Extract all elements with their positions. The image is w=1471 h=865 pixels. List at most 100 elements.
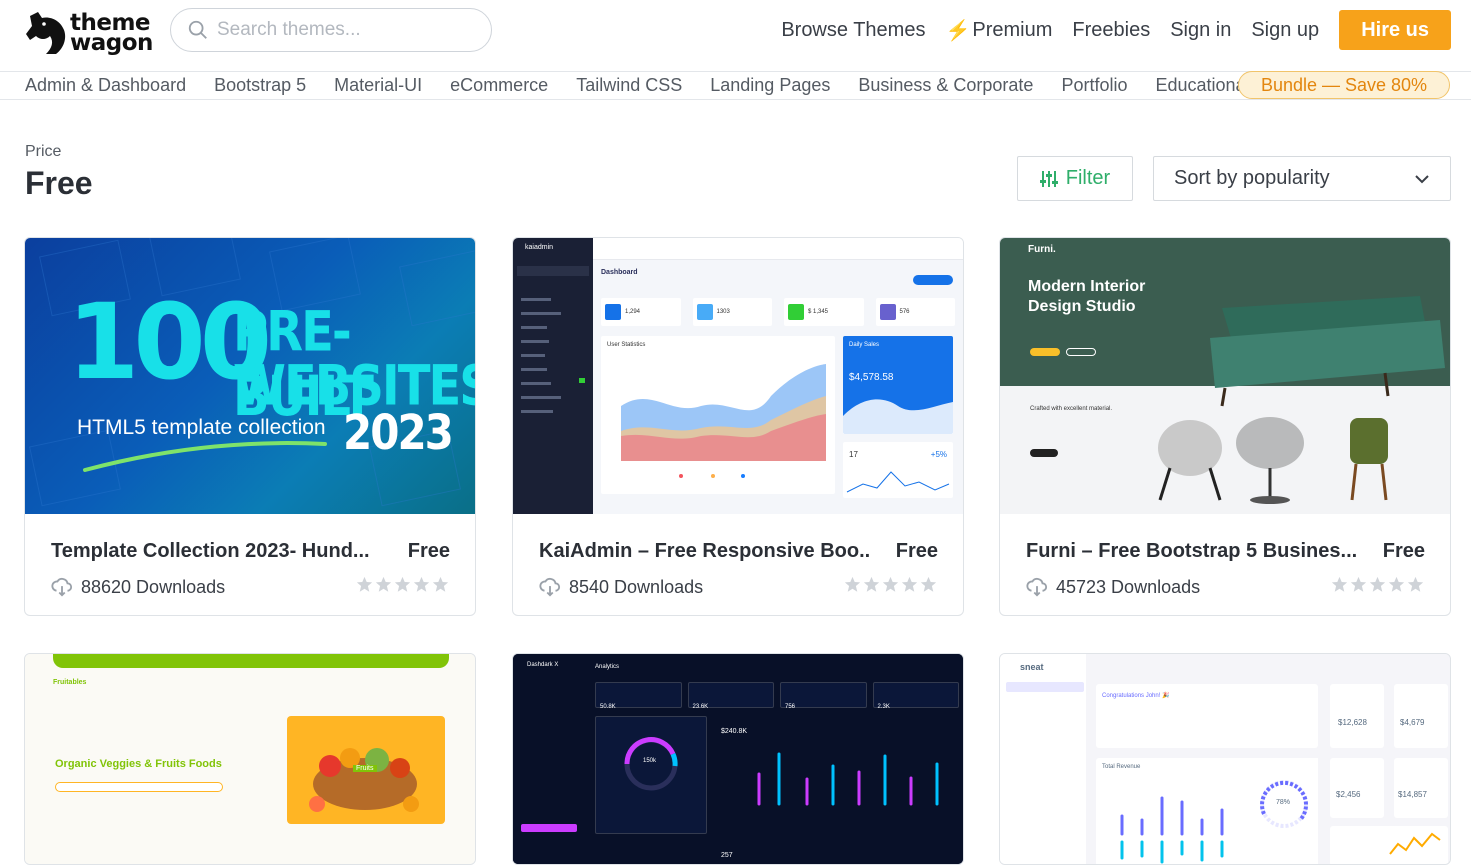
themewagon-logo[interactable]: theme wagon (24, 10, 154, 56)
theme-thumbnail[interactable]: Dashdark X Analytics 50.8K 23.6K 756 2.3… (513, 654, 963, 864)
mock-fruit-basket (309, 748, 419, 812)
star-icon (1331, 576, 1348, 592)
mock-crafted-text: Crafted with excellent material. (1030, 406, 1113, 412)
card-title[interactable]: KaiAdmin – Free Responsive Boo... (539, 540, 869, 563)
thumb-year: 2023 (343, 404, 454, 461)
mock-users-card: 17 +5% (843, 442, 953, 498)
logo-wordmark: theme wagon (70, 12, 153, 55)
mock-products-value: 257 (721, 852, 733, 859)
star-icon (844, 576, 861, 592)
mock-stat-4: 576 (899, 309, 910, 315)
sliders-icon (1039, 170, 1058, 187)
star-icon (394, 576, 411, 592)
mock-sales-wave (843, 399, 953, 434)
star-icon (920, 576, 937, 592)
card-body: Furni – Free Bootstrap 5 Busines... Free… (1000, 514, 1450, 615)
rating-stars[interactable] (844, 576, 937, 593)
star-icon (432, 576, 449, 592)
download-count-label: 45723 Downloads (1056, 576, 1201, 597)
star-icon (413, 576, 430, 592)
category-portfolio[interactable]: Portfolio (1061, 75, 1127, 96)
download-cloud-icon (539, 577, 561, 597)
theme-thumbnail[interactable]: 100 PRE-BUILT WEBSITES HTML5 template co… (25, 238, 475, 514)
download-count-label: 8540 Downloads (569, 576, 704, 597)
category-material-ui[interactable]: Material-UI (334, 75, 422, 96)
sign-up-link[interactable]: Sign up (1251, 19, 1319, 42)
card-body: Template Collection 2023- Hund... Free 8… (25, 514, 475, 615)
mock-visitors-value: 150k (643, 758, 657, 764)
mock-stat-2: 1303 (716, 309, 730, 315)
card-title[interactable]: Template Collection 2023- Hund... (51, 540, 381, 563)
hire-us-button[interactable]: Hire us (1339, 10, 1451, 50)
download-count-label: 88620 Downloads (81, 576, 226, 597)
theme-card[interactable]: kaiadmin Dashboard 1,294 1303 $ 1,345 57… (512, 237, 964, 616)
search-icon (188, 20, 207, 39)
thumb-subtitle: HTML5 template collection (77, 416, 326, 439)
theme-card[interactable]: 100 PRE-BUILT WEBSITES HTML5 template co… (24, 237, 476, 616)
chevron-down-icon (1415, 174, 1429, 183)
main-nav: Browse Themes ⚡ Premium Freebies Sign in … (781, 8, 1451, 52)
premium-label: Premium (972, 18, 1053, 41)
premium-link[interactable]: ⚡ Premium (945, 18, 1052, 43)
card-price: Free (1382, 540, 1425, 562)
star-icon (1407, 576, 1424, 592)
mock-stat-3: $ 1,345 (808, 309, 829, 315)
mock-heading: Dashboard (601, 269, 638, 276)
star-icon (863, 576, 880, 592)
mock-brand: kaiadmin (525, 244, 554, 251)
category-landing-pages[interactable]: Landing Pages (710, 75, 830, 96)
search-box[interactable] (170, 8, 492, 52)
sort-dropdown[interactable]: Sort by popularity (1153, 156, 1451, 201)
page-title: Free (25, 165, 93, 201)
mock-badge: Fruits (353, 765, 377, 772)
horse-logo-icon (26, 12, 66, 54)
category-ecommerce[interactable]: eCommerce (450, 75, 548, 96)
theme-thumbnail[interactable]: kaiadmin Dashboard 1,294 1303 $ 1,345 57… (513, 238, 963, 514)
mock-area-chart (621, 364, 826, 478)
category-bootstrap-5[interactable]: Bootstrap 5 (214, 75, 306, 96)
browse-themes-link[interactable]: Browse Themes (781, 19, 925, 42)
search-input[interactable] (217, 19, 477, 41)
bolt-icon: ⚡ (945, 19, 971, 42)
sort-label: Sort by popularity (1174, 167, 1330, 189)
theme-thumbnail[interactable]: Furni. Modern Interior Design Studio Cra… (1000, 238, 1450, 514)
star-icon (1350, 576, 1367, 592)
rating-stars[interactable] (356, 576, 449, 593)
download-cloud-icon (1026, 577, 1048, 597)
download-count: 8540 Downloads (539, 576, 703, 598)
sign-in-link[interactable]: Sign in (1170, 19, 1231, 42)
star-icon (356, 576, 373, 592)
price-label: Price (25, 143, 62, 160)
mock-dark-charts (624, 737, 939, 806)
star-icon (1369, 576, 1386, 592)
category-tailwind-css[interactable]: Tailwind CSS (576, 75, 682, 96)
theme-thumbnail[interactable]: sneat Congratulations John! 🎉 $12,628 $4… (1000, 654, 1450, 864)
card-price: Free (407, 540, 450, 562)
card-title[interactable]: Furni – Free Bootstrap 5 Busines... (1026, 540, 1356, 563)
theme-card[interactable]: sneat Congratulations John! 🎉 $12,628 $4… (999, 653, 1451, 865)
bundle-badge[interactable]: Bundle — Save 80% (1238, 71, 1450, 99)
theme-thumbnail[interactable]: Fruitables Organic Veggies & Fruits Food… (25, 654, 475, 864)
card-price: Free (895, 540, 938, 562)
mock-profile-line (1389, 832, 1441, 855)
download-count: 88620 Downloads (51, 576, 225, 598)
mock-stat-cards: 1,294 1303 $ 1,345 576 (601, 298, 955, 326)
filter-label: Filter (1065, 167, 1111, 189)
category-educational[interactable]: Educational (1156, 75, 1250, 96)
theme-card[interactable]: Dashdark X Analytics 50.8K 23.6K 756 2.3… (512, 653, 964, 865)
star-icon (901, 576, 918, 592)
theme-card[interactable]: Furni. Modern Interior Design Studio Cra… (999, 237, 1451, 616)
rating-stars[interactable] (1331, 576, 1424, 593)
download-count: 45723 Downloads (1026, 576, 1200, 598)
freebies-link[interactable]: Freebies (1072, 19, 1150, 42)
mock-topbar (593, 238, 963, 260)
theme-card[interactable]: Fruitables Organic Veggies & Fruits Food… (24, 653, 476, 865)
top-navbar: theme wagon Browse Themes ⚡Premium Freeb… (0, 0, 1471, 72)
download-cloud-icon (51, 577, 73, 597)
mock-revenue-value: $240.8K (721, 728, 748, 735)
category-business-corporate[interactable]: Business & Corporate (858, 75, 1033, 96)
mock-users-line (846, 471, 950, 493)
category-admin-dashboard[interactable]: Admin & Dashboard (25, 75, 186, 96)
filter-button[interactable]: Filter (1017, 156, 1133, 201)
star-icon (882, 576, 899, 592)
